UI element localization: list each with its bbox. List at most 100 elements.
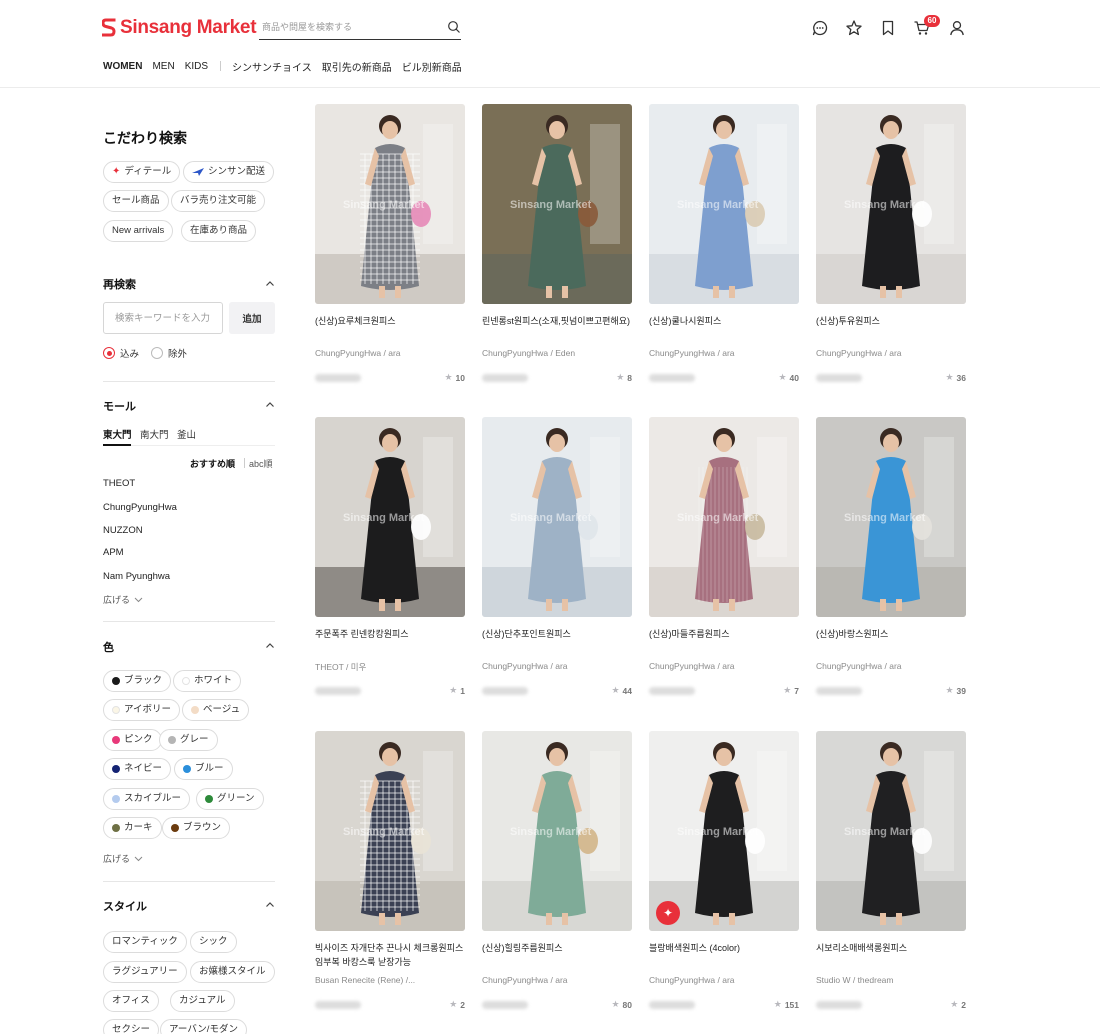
chip-new-arrivals[interactable]: New arrivals: [103, 220, 174, 242]
color-chip[interactable]: ネイビー: [103, 758, 172, 780]
product-image[interactable]: Sinsang Market: [315, 104, 465, 304]
color-chip[interactable]: アイボリー: [103, 699, 181, 721]
like-count[interactable]: ★ 44: [611, 685, 632, 696]
mall-tab-busan[interactable]: 釜山: [177, 427, 196, 441]
product-image[interactable]: Sinsang Market: [482, 731, 632, 931]
color-chip[interactable]: ブラック: [103, 670, 172, 692]
chevron-up-icon[interactable]: [265, 900, 275, 910]
like-count[interactable]: ★ 1: [449, 685, 465, 696]
product-name[interactable]: 린넨롱st원피스(소재,핏넘이쁘고편해요): [482, 314, 632, 328]
product-image[interactable]: Sinsang Market: [816, 417, 966, 617]
chip-in-stock[interactable]: 在庫あり商品: [181, 220, 257, 242]
mall-item[interactable]: Nam Pyunghwa: [103, 571, 170, 582]
search-icon[interactable]: [447, 20, 461, 34]
like-count[interactable]: ★ 40: [778, 372, 799, 383]
chevron-up-icon[interactable]: [265, 400, 275, 410]
product-image[interactable]: Sinsang Market: [315, 417, 465, 617]
product-brand[interactable]: Busan Renecite (Rene) /...: [315, 975, 465, 985]
mall-item[interactable]: NUZZON: [103, 525, 143, 536]
mall-item[interactable]: APM: [103, 547, 124, 558]
nav-sinsang-choice[interactable]: シンサンチョイス: [232, 59, 312, 74]
color-chip[interactable]: ホワイト: [173, 670, 242, 692]
product-brand[interactable]: ChungPyungHwa / ara: [649, 661, 799, 671]
product-image[interactable]: Sinsang Market: [649, 104, 799, 304]
product-name[interactable]: (신상)투유원피스: [816, 314, 966, 328]
product-name[interactable]: 빅사이즈 자개단추 끈나시 체크롱원피스 임부복 바캉스룩 낟장가능: [315, 941, 465, 969]
mall-expand-button[interactable]: 広げる: [103, 593, 143, 606]
product-brand[interactable]: ChungPyungHwa / ara: [315, 348, 465, 358]
product-brand[interactable]: ChungPyungHwa / ara: [649, 348, 799, 358]
add-keyword-button[interactable]: 追加: [229, 302, 275, 334]
like-count[interactable]: ★ 36: [945, 372, 966, 383]
product-image[interactable]: Sinsang Market: [482, 417, 632, 617]
product-brand[interactable]: ChungPyungHwa / Eden: [482, 348, 632, 358]
product-brand[interactable]: ChungPyungHwa / ara: [482, 975, 632, 985]
product-name[interactable]: 주문폭주 린넨캉캉원피스: [315, 627, 465, 641]
chip-detail[interactable]: ✦ ディテール: [103, 161, 181, 183]
color-chip[interactable]: ブルー: [174, 758, 233, 780]
product-brand[interactable]: ChungPyungHwa / ara: [482, 661, 632, 671]
chip-sale[interactable]: セール商品: [103, 190, 169, 212]
product-name[interactable]: (신상)단추포인트원피스: [482, 627, 632, 641]
sort-recommended[interactable]: おすすめ順: [190, 457, 235, 470]
user-icon[interactable]: [948, 19, 966, 37]
color-chip[interactable]: グレー: [159, 729, 218, 751]
like-count[interactable]: ★ 151: [774, 999, 799, 1010]
chevron-up-icon[interactable]: [265, 641, 275, 651]
chip-bulk-order[interactable]: バラ売り注文可能: [171, 190, 266, 212]
product-brand[interactable]: ChungPyungHwa / ara: [816, 348, 966, 358]
product-name[interactable]: 블랑배색원피스 (4color): [649, 941, 799, 955]
product-name[interactable]: (신상)마들주름원피스: [649, 627, 799, 641]
product-name[interactable]: 시보리소매배색롱원피스: [816, 941, 966, 955]
product-name[interactable]: (신상)쿨나시원피스: [649, 314, 799, 328]
bookmark-icon[interactable]: [879, 19, 897, 37]
product-image[interactable]: Sinsang Market: [649, 417, 799, 617]
keyword-input[interactable]: [103, 302, 223, 334]
product-image[interactable]: Sinsang Market: [816, 731, 966, 931]
product-brand[interactable]: ChungPyungHwa / ara: [816, 661, 966, 671]
color-chip[interactable]: グリーン: [196, 788, 264, 810]
nav-kids[interactable]: KIDS: [185, 61, 208, 72]
star-icon[interactable]: [845, 19, 863, 37]
product-brand[interactable]: THEOT / 미우: [315, 661, 465, 673]
nav-men[interactable]: MEN: [152, 61, 174, 72]
chip-sinsang-delivery[interactable]: シンサン配送: [183, 161, 275, 183]
style-chip[interactable]: シック: [190, 931, 237, 953]
product-image[interactable]: Sinsang Market: [816, 104, 966, 304]
search-input[interactable]: [259, 16, 439, 38]
style-chip[interactable]: アーバン/モダン: [160, 1019, 247, 1034]
color-chip[interactable]: ブラウン: [162, 817, 231, 839]
mall-item[interactable]: ChungPyungHwa: [103, 502, 177, 513]
like-count[interactable]: ★ 80: [611, 999, 632, 1010]
mall-tab-namdaemun[interactable]: 南大門: [140, 427, 169, 441]
style-chip[interactable]: カジュアル: [170, 990, 235, 1012]
product-image[interactable]: Sinsang Market: [315, 731, 465, 931]
style-chip[interactable]: お嬢様スタイル: [190, 961, 275, 983]
style-chip[interactable]: ラグジュアリー: [103, 961, 187, 983]
product-image[interactable]: Sinsang Market: [482, 104, 632, 304]
radio-exclude[interactable]: 除外: [151, 346, 187, 360]
radio-include[interactable]: 込み: [103, 346, 139, 360]
style-chip[interactable]: オフィス: [103, 990, 159, 1012]
mall-tab-dongdaemun[interactable]: 東大門: [103, 427, 132, 441]
color-expand-button[interactable]: 広げる: [103, 852, 143, 865]
like-count[interactable]: ★ 8: [616, 372, 632, 383]
chat-icon[interactable]: [811, 19, 829, 37]
product-brand[interactable]: Studio W / thedream: [816, 975, 966, 985]
chevron-up-icon[interactable]: [265, 279, 275, 289]
like-count[interactable]: ★ 2: [950, 999, 966, 1010]
product-brand[interactable]: ChungPyungHwa / ara: [649, 975, 799, 985]
like-count[interactable]: ★ 7: [783, 685, 799, 696]
like-count[interactable]: ★ 2: [449, 999, 465, 1010]
color-chip[interactable]: ベージュ: [182, 699, 250, 721]
logo[interactable]: Sinsang Market: [102, 16, 257, 40]
like-count[interactable]: ★ 39: [945, 685, 966, 696]
product-name[interactable]: (신상)요루체크원피스: [315, 314, 465, 328]
nav-partner-new[interactable]: 取引先の新商品: [322, 59, 392, 74]
color-chip[interactable]: ピンク: [103, 729, 162, 751]
product-image[interactable]: Sinsang Market ✦: [649, 731, 799, 931]
mall-item[interactable]: THEOT: [103, 478, 135, 489]
style-chip[interactable]: ロマンティック: [103, 931, 187, 953]
like-count[interactable]: ★ 10: [444, 372, 465, 383]
product-name[interactable]: (신상)힐링주름원피스: [482, 941, 632, 955]
